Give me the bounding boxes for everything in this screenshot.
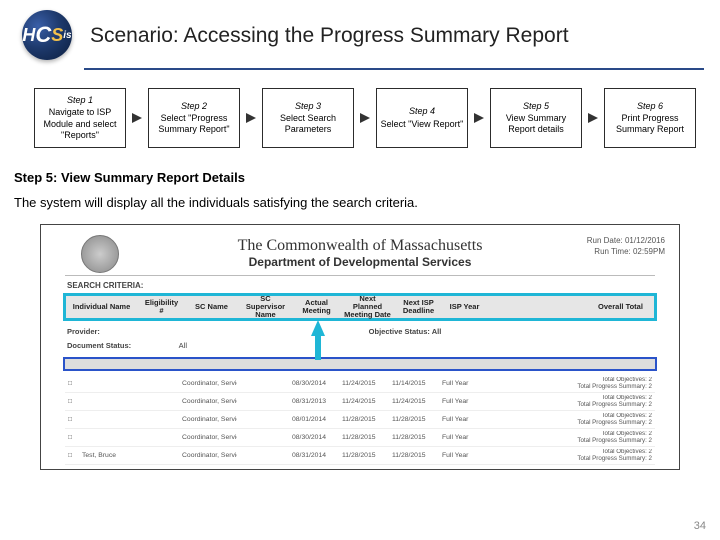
- search-criteria-label: SEARCH CRITERIA:: [67, 281, 143, 290]
- col-isp-year: ISP Year: [442, 303, 488, 311]
- step-body: Print Progress Summary Report: [608, 113, 692, 136]
- objective-label: Objective Status:: [369, 327, 430, 336]
- logo: HCSis: [18, 10, 84, 62]
- step-6-box: Step 6 Print Progress Summary Report: [604, 88, 696, 148]
- arrow-icon: [588, 113, 598, 123]
- steps-row: Step 1 Navigate to ISP Module and select…: [0, 70, 720, 156]
- step-body: Navigate to ISP Module and select "Repor…: [38, 107, 122, 141]
- table-row: □Coordinator, Service08/01/201411/28/201…: [65, 411, 655, 429]
- col-eligibility: Eligibility #: [138, 299, 186, 316]
- col-sc-name: SC Name: [186, 303, 238, 311]
- step-4-box: Step 4 Select "View Report": [376, 88, 468, 148]
- table-row: □Coordinator, Service08/31/201311/24/201…: [65, 393, 655, 411]
- data-rows: □Coordinator, Service08/30/201411/24/201…: [65, 375, 655, 465]
- section-title: Step 5: View Summary Report Details: [0, 156, 720, 191]
- step-title: Step 4: [380, 106, 464, 117]
- step-body: Select Search Parameters: [266, 113, 350, 136]
- column-header-highlight: Individual Name Eligibility # SC Name SC…: [63, 293, 657, 321]
- doc-status-label: Document Status:: [67, 341, 177, 350]
- arrow-icon: [246, 113, 256, 123]
- body-text: The system will display all the individu…: [0, 191, 720, 220]
- doc-status-value: All: [179, 341, 187, 350]
- step-title: Step 6: [608, 101, 692, 112]
- report-run-meta: Run Date: 01/12/2016 Run Time: 02:59PM: [587, 235, 665, 257]
- step-title: Step 5: [494, 101, 578, 112]
- step-2-box: Step 2 Select "Progress Summary Report": [148, 88, 240, 148]
- header: HCSis Scenario: Accessing the Progress S…: [0, 0, 720, 66]
- table-row: □Coordinator, Service08/30/201411/28/201…: [65, 429, 655, 447]
- divider: [65, 275, 655, 276]
- up-arrow-icon: [311, 320, 325, 336]
- step-title: Step 1: [38, 95, 122, 106]
- col-actual-meeting: Actual Meeting: [294, 299, 340, 316]
- arrow-icon: [360, 113, 370, 123]
- col-individual-name: Individual Name: [66, 303, 138, 311]
- step-body: Select "Progress Summary Report": [152, 113, 236, 136]
- page-title: Scenario: Accessing the Progress Summary…: [90, 24, 569, 48]
- objective-value: All: [432, 327, 442, 336]
- col-overall-total: Overall Total: [588, 303, 654, 311]
- logo-circle: HCSis: [22, 10, 72, 60]
- page-number: 34: [694, 520, 706, 532]
- step-body: Select "View Report": [380, 119, 464, 130]
- table-row: □Test, BruceCoordinator, Service08/31/20…: [65, 447, 655, 465]
- provider-label: Provider:: [67, 327, 157, 336]
- col-sc-supervisor: SC Supervisor Name: [238, 295, 294, 320]
- step-title: Step 2: [152, 101, 236, 112]
- step-5-box: Step 5 View Summary Report details: [490, 88, 582, 148]
- arrow-icon: [474, 113, 484, 123]
- row-highlight: [63, 357, 657, 371]
- arrow-icon: [132, 113, 142, 123]
- step-3-box: Step 3 Select Search Parameters: [262, 88, 354, 148]
- col-next-planned: Next Planned Meeting Date: [340, 295, 396, 320]
- report-screenshot: The Commonwealth of Massachusetts Depart…: [40, 224, 680, 470]
- doc-status-row: Document Status: All: [67, 341, 187, 350]
- report-title-2: Department of Developmental Services: [41, 255, 679, 269]
- step-body: View Summary Report details: [494, 113, 578, 136]
- step-1-box: Step 1 Navigate to ISP Module and select…: [34, 88, 126, 148]
- col-next-isp: Next ISP Deadline: [396, 299, 442, 316]
- table-row: □Coordinator, Service08/30/201411/24/201…: [65, 375, 655, 393]
- step-title: Step 3: [266, 101, 350, 112]
- run-date: Run Date: 01/12/2016: [587, 235, 665, 246]
- report-title-1: The Commonwealth of Massachusetts: [41, 237, 679, 255]
- run-time: Run Time: 02:59PM: [587, 246, 665, 257]
- report-subheader: Provider: Objective Status: All: [67, 327, 653, 336]
